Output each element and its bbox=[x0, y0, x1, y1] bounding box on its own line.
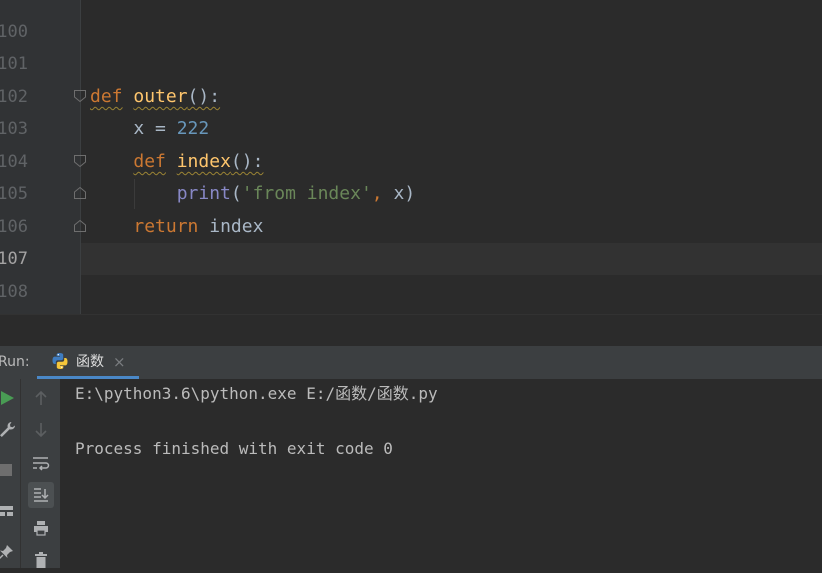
fold-end-icon[interactable] bbox=[73, 186, 87, 200]
wrench-icon[interactable] bbox=[0, 416, 20, 442]
print-icon[interactable] bbox=[28, 515, 54, 541]
run-panel-header: Run: 函数 × bbox=[0, 346, 822, 379]
line-number: 108 bbox=[0, 282, 28, 302]
code-line-104[interactable]: def index(): bbox=[90, 146, 263, 178]
keyword: return bbox=[133, 216, 199, 237]
line-number-current: 107 bbox=[0, 249, 28, 269]
run-label: Run: bbox=[0, 354, 30, 370]
identifier: index bbox=[198, 216, 264, 237]
identifier: x bbox=[393, 183, 405, 204]
line-number: 100 bbox=[0, 22, 28, 42]
punctuation: ( bbox=[230, 183, 242, 204]
fold-start-icon[interactable] bbox=[73, 154, 87, 168]
close-icon[interactable]: × bbox=[113, 346, 126, 376]
punctuation: , bbox=[371, 183, 394, 204]
line-number: 103 bbox=[0, 119, 28, 139]
code-editor[interactable]: 100 101 102 103 104 105 106 107 108 def … bbox=[0, 0, 822, 314]
rerun-icon[interactable] bbox=[0, 385, 20, 411]
fold-end-icon[interactable] bbox=[73, 219, 87, 233]
arrow-down-icon[interactable] bbox=[28, 417, 54, 443]
line-number: 105 bbox=[0, 184, 28, 204]
keyword: def bbox=[90, 86, 123, 107]
punctuation: (): bbox=[230, 151, 264, 172]
run-panel: E:\python3.6\python.exe E:/函数/函数.py Proc… bbox=[0, 379, 822, 568]
line-number: 104 bbox=[0, 152, 28, 172]
layout-icon[interactable] bbox=[0, 498, 19, 524]
run-tab-label: 函数 bbox=[76, 354, 104, 370]
console-toolbar bbox=[20, 379, 60, 568]
trash-icon[interactable] bbox=[28, 547, 54, 573]
arrow-up-icon[interactable] bbox=[28, 385, 54, 411]
code-line-106[interactable]: return index bbox=[90, 211, 263, 243]
line-number: 101 bbox=[0, 54, 28, 74]
console-line: E:\python3.6\python.exe E:/函数/函数.py bbox=[75, 384, 438, 403]
line-number: 102 bbox=[0, 87, 28, 107]
panel-splitter[interactable] bbox=[0, 314, 822, 346]
identifier: x bbox=[133, 118, 145, 139]
run-tab[interactable]: 函数 × bbox=[37, 346, 139, 379]
operator: = bbox=[144, 118, 177, 139]
run-actions-bar bbox=[0, 379, 20, 568]
stop-icon[interactable] bbox=[0, 457, 19, 483]
function-name: outer bbox=[133, 86, 188, 107]
fold-start-icon[interactable] bbox=[73, 89, 87, 103]
current-line-highlight bbox=[81, 243, 822, 275]
code-line-102[interactable]: def outer(): bbox=[90, 81, 220, 113]
code-line-103[interactable]: x = 222 bbox=[90, 113, 209, 145]
number-literal: 222 bbox=[176, 118, 210, 139]
keyword: def bbox=[133, 151, 166, 172]
pin-icon[interactable] bbox=[0, 539, 19, 565]
function-name: index bbox=[176, 151, 231, 172]
builtin-function: print bbox=[176, 183, 231, 204]
line-number: 106 bbox=[0, 217, 28, 237]
code-line-105[interactable]: print('from index', x) bbox=[90, 178, 415, 210]
console-line: Process finished with exit code 0 bbox=[75, 439, 393, 458]
soft-wrap-icon[interactable] bbox=[28, 450, 54, 476]
punctuation: ) bbox=[404, 183, 416, 204]
python-icon bbox=[51, 352, 69, 374]
string-literal: 'from index' bbox=[241, 183, 372, 204]
punctuation: (): bbox=[187, 86, 221, 107]
scroll-to-end-icon[interactable] bbox=[28, 482, 54, 508]
